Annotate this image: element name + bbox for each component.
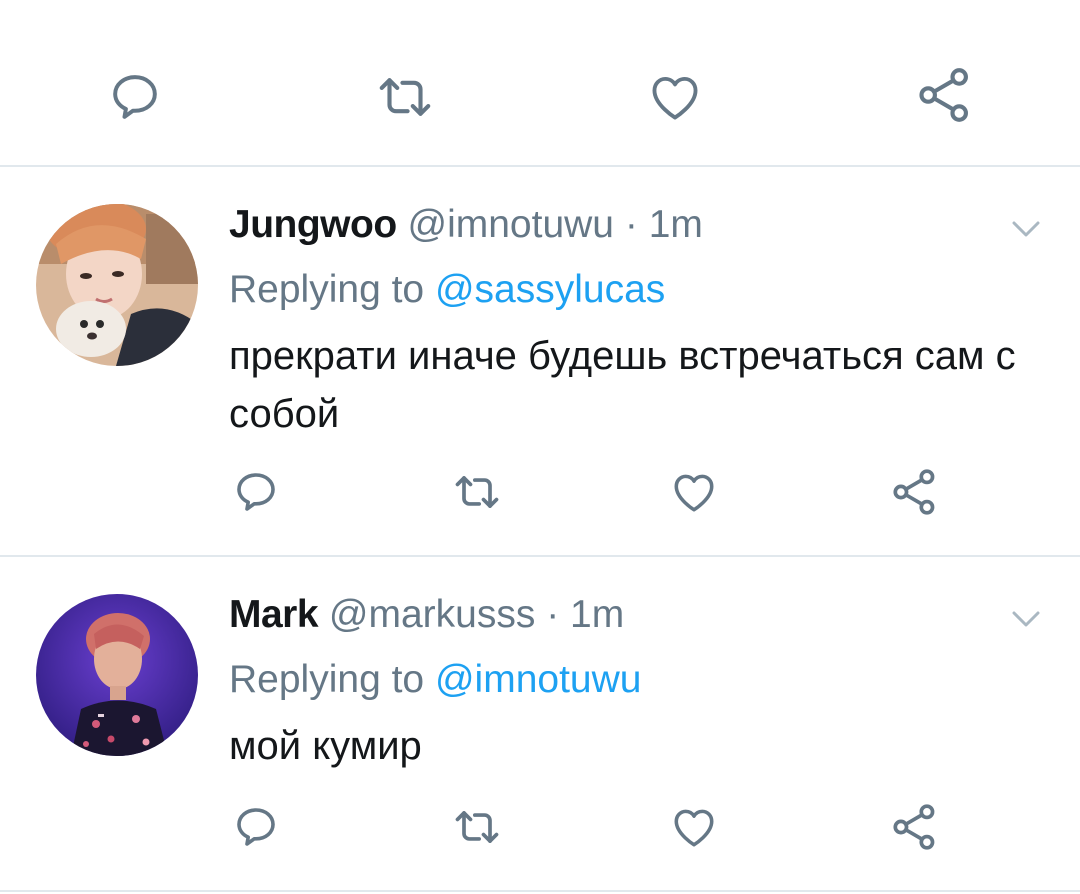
tweet-actions: [0, 460, 1080, 530]
retweet-button[interactable]: [447, 464, 507, 520]
retweet-button[interactable]: [447, 799, 507, 855]
tweet-menu-button[interactable]: [1006, 599, 1046, 639]
replying-to-label: Replying to: [229, 268, 435, 311]
chevron-down-icon: [1012, 611, 1040, 627]
top-action-bar: [0, 58, 1080, 128]
tweet-text: мой кумир: [229, 724, 422, 768]
replying-to-label: Replying to: [229, 658, 435, 701]
divider: [0, 890, 1080, 892]
retweet-button[interactable]: [369, 62, 441, 132]
retweet-icon: [455, 811, 499, 843]
retweet-icon: [455, 476, 499, 508]
like-button[interactable]: [640, 62, 710, 132]
like-button[interactable]: [666, 464, 722, 520]
reply-button[interactable]: [100, 62, 170, 132]
mention-link[interactable]: @imnotuwu: [435, 658, 642, 701]
replying-to: Replying to @imnotuwu: [229, 656, 641, 704]
tweet-header: Mark @markusss · 1m: [229, 591, 624, 639]
avatar[interactable]: [36, 204, 198, 366]
reply-icon: [113, 75, 157, 119]
chevron-down-icon: [1012, 221, 1040, 237]
tweet-text: прекрати иначе будешь встречаться сам с …: [229, 334, 1016, 436]
share-icon: [919, 68, 968, 122]
timestamp[interactable]: 1m: [570, 593, 624, 636]
display-name[interactable]: Jungwoo: [229, 203, 397, 246]
reply-button[interactable]: [228, 799, 284, 855]
tweet-menu-button[interactable]: [1006, 209, 1046, 249]
mention-link[interactable]: @sassylucas: [435, 268, 665, 311]
reply-icon: [237, 808, 275, 846]
share-icon: [893, 469, 935, 515]
share-button[interactable]: [910, 60, 980, 130]
reply-icon: [237, 473, 275, 511]
timestamp[interactable]: 1m: [649, 203, 703, 246]
retweet-icon: [379, 78, 431, 116]
share-button[interactable]: [886, 799, 944, 855]
share-icon: [893, 804, 935, 850]
replying-to: Replying to @sassylucas: [229, 266, 665, 314]
tweet-actions: [0, 795, 1080, 865]
share-button[interactable]: [886, 464, 944, 520]
display-name[interactable]: Mark: [229, 593, 319, 636]
tweet-header: Jungwoo @imnotuwu · 1m: [229, 201, 703, 249]
separator: ·: [546, 593, 560, 636]
separator: ·: [624, 203, 638, 246]
avatar[interactable]: [36, 594, 198, 756]
like-icon: [652, 76, 698, 120]
user-handle[interactable]: @imnotuwu: [407, 203, 614, 246]
like-button[interactable]: [666, 799, 722, 855]
tweet[interactable]: Mark @markusss · 1m Replying to @imnotuw…: [0, 557, 1080, 892]
user-handle[interactable]: @markusss: [329, 593, 535, 636]
reply-button[interactable]: [228, 464, 284, 520]
tweet[interactable]: Jungwoo @imnotuwu · 1m Replying to @sass…: [0, 167, 1080, 557]
like-icon: [674, 809, 714, 847]
like-icon: [674, 474, 714, 512]
